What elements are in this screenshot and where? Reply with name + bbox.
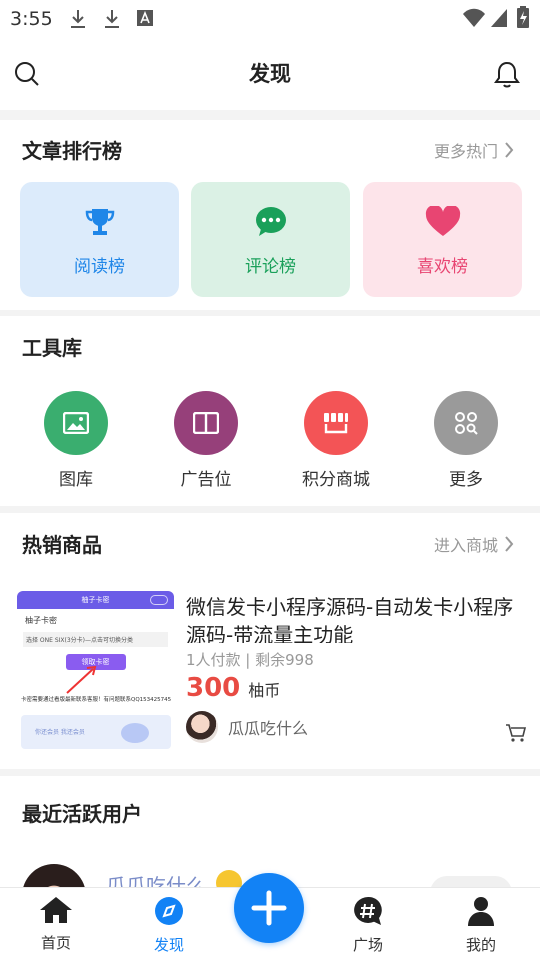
product-sales: 1人付款 | 剩余998 xyxy=(186,651,314,669)
hot-title: 热销商品 xyxy=(22,533,102,557)
trophy-icon xyxy=(85,209,114,235)
price-value: 300 xyxy=(186,673,241,703)
ranking-title: 文章排行榜 xyxy=(22,139,122,163)
hot-products-section: 热销商品 进入商城 柚子卡密 柚子卡密 选择 ONE SIX(3分卡)—点击可切… xyxy=(0,513,540,769)
compass-icon xyxy=(155,897,183,925)
ranking-more-link[interactable]: 更多热门 xyxy=(434,138,514,162)
tools-section: 工具库 图库 广告位 积分商城 更多 xyxy=(0,316,540,506)
tool-ads[interactable]: 广告位 xyxy=(146,391,266,490)
download-icon xyxy=(104,9,120,33)
cart-icon[interactable] xyxy=(505,723,527,743)
product-seller[interactable]: 瓜瓜吃什么 xyxy=(186,711,308,743)
heart-icon xyxy=(425,206,460,236)
tool-gallery-label: 图库 xyxy=(59,470,93,490)
add-post-button[interactable] xyxy=(234,873,304,943)
tab-square[interactable]: 广场 xyxy=(318,896,418,955)
rank-read-label: 阅读榜 xyxy=(74,257,125,277)
rank-like-label: 喜欢榜 xyxy=(417,257,468,277)
product-title[interactable]: 微信发卡小程序源码-自动发卡小程序源码-带流量主功能 xyxy=(186,593,516,643)
thumb-header-title: 柚子卡密 xyxy=(81,596,110,604)
hot-more-label: 进入商城 xyxy=(433,536,498,555)
ranking-section: 文章排行榜 更多热门 阅读榜 评论榜 喜欢榜 xyxy=(0,120,540,310)
shop-icon xyxy=(324,413,348,434)
wifi-icon xyxy=(462,8,486,32)
signal-icon xyxy=(490,8,508,32)
tool-more[interactable]: 更多 xyxy=(406,391,526,490)
tab-me[interactable]: 我的 xyxy=(431,896,531,955)
thumb-footer-graphic xyxy=(121,723,149,743)
tab-square-label: 广场 xyxy=(352,936,383,954)
book-icon xyxy=(193,412,219,434)
tool-gallery[interactable]: 图库 xyxy=(16,391,136,490)
battery-icon xyxy=(517,6,529,32)
download-icon xyxy=(70,9,86,33)
tool-shop[interactable]: 积分商城 xyxy=(276,391,396,490)
plus-icon xyxy=(251,890,287,926)
product-price: 300 柚币 xyxy=(186,673,280,703)
price-unit: 柚币 xyxy=(248,681,281,700)
comment-icon xyxy=(255,207,286,236)
rank-comment-tile[interactable]: 评论榜 xyxy=(191,182,350,297)
tab-home-label: 首页 xyxy=(40,934,71,952)
rank-read-tile[interactable]: 阅读榜 xyxy=(20,182,179,297)
hot-more-link[interactable]: 进入商城 xyxy=(434,532,514,556)
product-thumbnail[interactable]: 柚子卡密 柚子卡密 选择 ONE SIX(3分卡)—点击可切换分类 领取卡密 卡… xyxy=(17,591,174,749)
thumb-footer-text: 你还会员 我还会员 xyxy=(35,729,85,736)
thumb-label: 柚子卡密 xyxy=(25,616,57,625)
tab-me-label: 我的 xyxy=(465,936,496,954)
ranking-more-label: 更多热门 xyxy=(433,142,498,161)
tool-more-label: 更多 xyxy=(449,470,483,490)
app-header: 发现 xyxy=(0,38,540,110)
tab-discover[interactable]: 发现 xyxy=(119,896,219,955)
thumb-notice: 卡密需要通过看版最新联系客服！有问题联系QQ1534257456 xyxy=(21,697,171,703)
page-title: 发现 xyxy=(249,62,291,86)
tools-title: 工具库 xyxy=(22,336,82,360)
arrow-annotation-icon xyxy=(66,665,97,694)
seller-name: 瓜瓜吃什么 xyxy=(228,719,309,738)
rank-comment-label: 评论榜 xyxy=(245,257,296,277)
status-bar: 3:55 xyxy=(0,0,540,38)
image-icon xyxy=(63,412,89,434)
chevron-right-icon xyxy=(505,536,514,552)
rank-like-tile[interactable]: 喜欢榜 xyxy=(363,182,522,297)
user-icon xyxy=(468,897,494,926)
bell-icon[interactable] xyxy=(494,60,522,88)
grid-icon xyxy=(455,412,478,435)
thumb-menu-icon xyxy=(150,595,168,605)
tab-discover-label: 发现 xyxy=(153,936,184,954)
font-icon xyxy=(137,10,153,30)
avatar xyxy=(186,711,218,743)
thumb-footer: 你还会员 我还会员 xyxy=(21,715,171,749)
tool-shop-label: 积分商城 xyxy=(302,470,370,490)
active-title: 最近活跃用户 xyxy=(22,802,142,826)
status-time: 3:55 xyxy=(10,8,53,30)
thumb-header: 柚子卡密 xyxy=(17,591,174,609)
chevron-right-icon xyxy=(505,142,514,158)
tool-ads-label: 广告位 xyxy=(180,470,232,490)
thumb-select: 选择 ONE SIX(3分卡)—点击可切换分类 xyxy=(23,632,168,647)
tab-home[interactable]: 首页 xyxy=(6,896,106,953)
home-icon xyxy=(40,897,72,923)
hashtag-icon xyxy=(354,896,382,925)
